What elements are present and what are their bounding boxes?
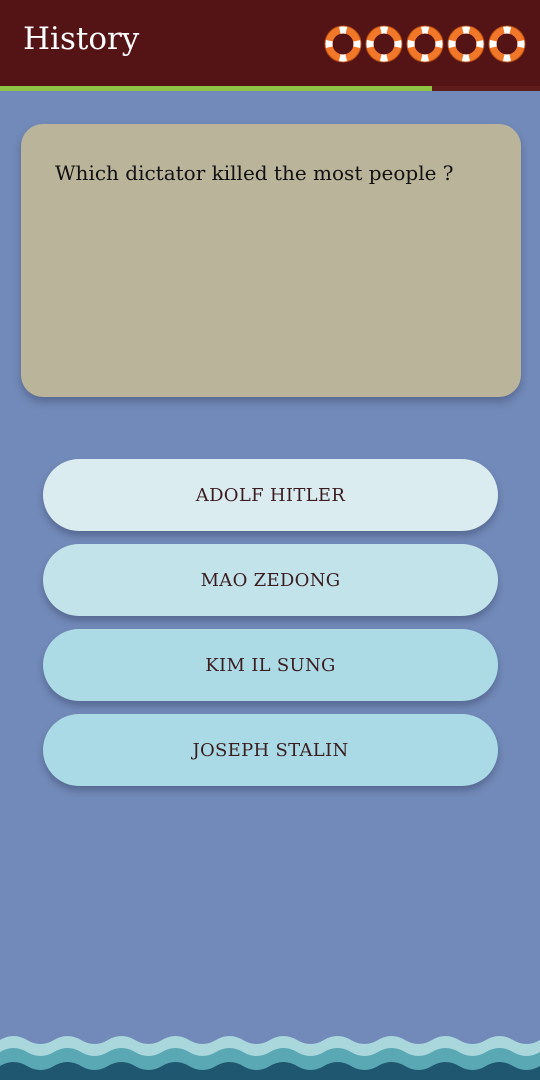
lives-indicator bbox=[324, 25, 526, 63]
category-title: History bbox=[23, 21, 140, 57]
timer-progress-fill bbox=[0, 86, 432, 91]
life-buoy-icon bbox=[324, 25, 362, 63]
timer-progress-bar bbox=[0, 86, 540, 91]
top-bar: History bbox=[0, 0, 540, 86]
answer-button-2[interactable]: MAO ZEDONG bbox=[43, 544, 498, 616]
life-buoy-icon bbox=[365, 25, 403, 63]
ocean-waves-decoration bbox=[0, 1036, 540, 1080]
answer-button-1[interactable]: ADOLF HITLER bbox=[43, 459, 498, 531]
question-text: Which dictator killed the most people ? bbox=[55, 161, 454, 185]
life-buoy-icon bbox=[488, 25, 526, 63]
life-buoy-icon bbox=[447, 25, 485, 63]
question-card: Which dictator killed the most people ? bbox=[21, 124, 521, 397]
life-buoy-icon bbox=[406, 25, 444, 63]
answer-button-4[interactable]: JOSEPH STALIN bbox=[43, 714, 498, 786]
answer-button-3[interactable]: KIM IL SUNG bbox=[43, 629, 498, 701]
